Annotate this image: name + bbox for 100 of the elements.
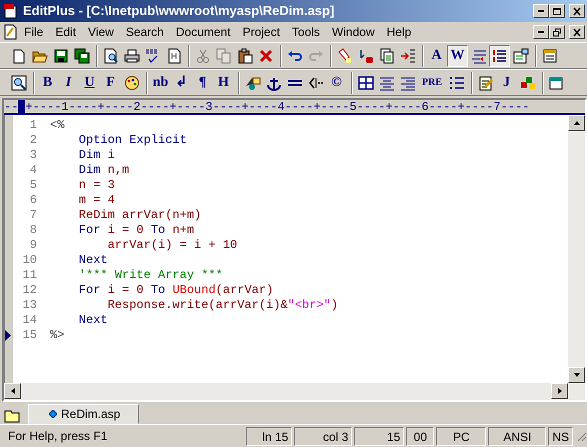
scroll-down-button[interactable] [568,367,585,383]
close-button[interactable] [569,25,585,39]
menu-item[interactable]: View [82,22,120,42]
menu-item[interactable]: Tools [286,22,326,42]
line-number: 2 [28,133,37,148]
format-button[interactable]: U [79,72,100,94]
status-message: For Help, press F1 [7,428,108,445]
line-number: 11 [22,268,37,283]
window-icon [548,74,564,90]
status-pane: NS [548,426,573,446]
line-numbers-icon [492,48,508,64]
cut-icon [194,48,210,64]
shapes-icon [244,74,260,90]
code-line: Next [78,313,108,328]
line-number: 10 [22,253,37,268]
table-icon [358,74,374,90]
format-button[interactable]: © [326,72,347,94]
right-arrow-icon [556,387,562,395]
scroll-left-button[interactable] [4,383,21,399]
menu-item[interactable]: Edit [49,22,82,42]
ruler: -- +----1----+----2----+----3----+----4----+----5----+----6----+----7---- [4,100,530,113]
window-title: EditPlus - [C:\Inetpub\wwwroot\myasp\ReDim.asp] [23,2,336,20]
format-button[interactable]: A [426,44,447,66]
format-button[interactable]: B [37,72,58,94]
format-button[interactable]: I [58,72,79,94]
delete-icon [258,48,274,64]
restore-icon [552,28,562,36]
app-icon [3,3,19,19]
palette-icon [124,74,140,90]
line-number: 12 [22,283,37,298]
format-button[interactable]: PRE [418,72,446,94]
code-line: Dim i [78,148,115,163]
code-line: %> [50,328,64,343]
maximize-button[interactable] [549,4,565,18]
code-line: m = 4 [78,193,115,208]
menu-item[interactable]: Help [380,22,418,42]
status-pane: ANSI [488,426,546,446]
minimize-button[interactable] [533,25,549,39]
document-icon [166,48,182,64]
printer-icon [124,48,140,64]
line-number: 15 [22,328,37,343]
scroll-up-button[interactable] [568,115,585,131]
document-icon [2,24,18,40]
menu-item[interactable]: Window [326,22,381,42]
menu-item[interactable]: Project [236,22,286,42]
resize-grip-icon [575,430,587,442]
line-number: 5 [28,178,37,193]
align-right-icon [400,74,416,90]
save-icon [52,48,68,64]
menu-item[interactable]: File [18,22,50,42]
minimize-icon [538,10,544,12]
code-line: Next [78,253,108,268]
format-button[interactable]: W [447,44,468,66]
code-line: Option Explicit [78,133,187,148]
format-button[interactable]: nb [150,72,171,94]
close-button[interactable] [569,4,585,18]
print-preview-icon [102,48,118,64]
paste-icon [236,48,252,64]
new-file-icon [10,48,26,64]
line-number: 14 [22,313,37,328]
line-number: 6 [28,193,37,208]
line-number: 3 [28,148,37,163]
code-line: Dim n,m [78,163,130,178]
file-tab[interactable]: ReDim.asp [28,404,140,424]
up-arrow-icon [572,120,580,126]
format-button[interactable]: ¶ [192,72,213,94]
spelling-icon [144,48,160,64]
list-window-icon [542,48,558,64]
bullet-list-icon [448,74,464,90]
wrap-lines-icon [470,48,486,64]
restore-button[interactable] [549,25,565,39]
close-icon [572,6,582,16]
line-number: 7 [28,208,37,223]
indent-icon [400,48,416,64]
line-number: 8 [28,223,37,238]
copy-icon [216,48,232,64]
code-line: arrVar(i) = i + 10 [106,238,238,253]
maximize-icon [552,6,562,16]
status-pane: ln 15 [246,426,292,446]
format-button[interactable]: H [213,72,234,94]
line-number: 1 [28,118,37,133]
menu-item[interactable]: Document [170,22,237,42]
format-button[interactable]: J [496,72,517,94]
minimize-button[interactable] [533,4,549,18]
diamond-icon [49,410,57,418]
line-number: 4 [28,163,37,178]
menu-item[interactable]: Search [120,22,170,42]
down-arrow-icon [572,372,580,378]
code-line: <% [50,118,64,133]
code-line: ReDim arrVar(n+m) [78,208,202,223]
line-number: 9 [28,238,37,253]
code-line: Response.write(arrVar(i)&"<br>") [106,298,338,313]
format-button[interactable]: ↲ [171,72,192,94]
format-button[interactable]: F [100,72,121,94]
line-numbers-button[interactable] [489,44,510,66]
code-line: n = 3 [78,178,115,193]
horizontal-scrollbar[interactable] [4,383,585,400]
vertical-scrollbar[interactable] [568,115,585,383]
code-line: '*** Write Array *** [78,268,223,283]
scroll-right-button[interactable] [551,383,568,399]
